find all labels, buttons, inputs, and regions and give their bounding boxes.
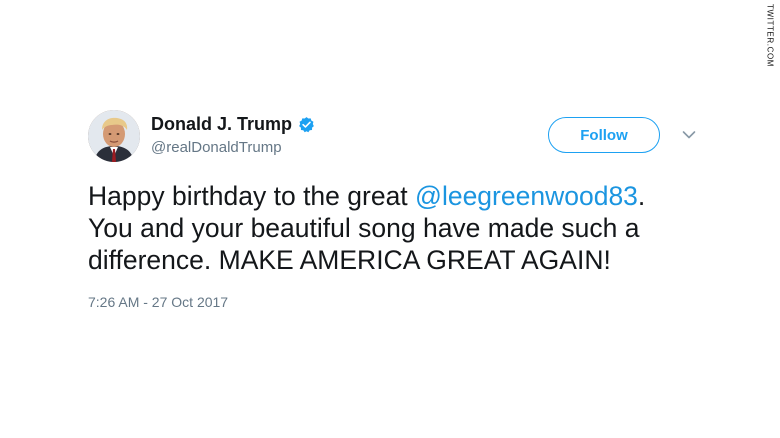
chevron-down-icon[interactable] <box>682 130 696 140</box>
display-name-row: Donald J. Trump <box>151 114 315 135</box>
avatar[interactable] <box>88 110 140 162</box>
avatar-image <box>88 110 140 162</box>
display-name[interactable]: Donald J. Trump <box>151 114 292 135</box>
tweet-card: Donald J. Trump @realDonaldTrump Follow … <box>88 108 708 310</box>
tweet-text-intro: Happy birthday to the great <box>88 181 416 211</box>
follow-button[interactable]: Follow <box>548 117 660 153</box>
source-credit: TWITTER.COM <box>762 4 778 84</box>
tweet-text: Happy birthday to the great @leegreenwoo… <box>88 180 678 276</box>
user-names: Donald J. Trump @realDonaldTrump <box>151 114 315 156</box>
tweet-header: Donald J. Trump @realDonaldTrump Follow <box>88 108 708 170</box>
verified-badge-icon <box>298 116 315 133</box>
source-credit-text: TWITTER.COM <box>765 4 775 68</box>
mention-link[interactable]: @leegreenwood83 <box>415 181 638 211</box>
tweet-timestamp[interactable]: 7:26 AM - 27 Oct 2017 <box>88 294 708 310</box>
user-handle[interactable]: @realDonaldTrump <box>151 139 315 156</box>
